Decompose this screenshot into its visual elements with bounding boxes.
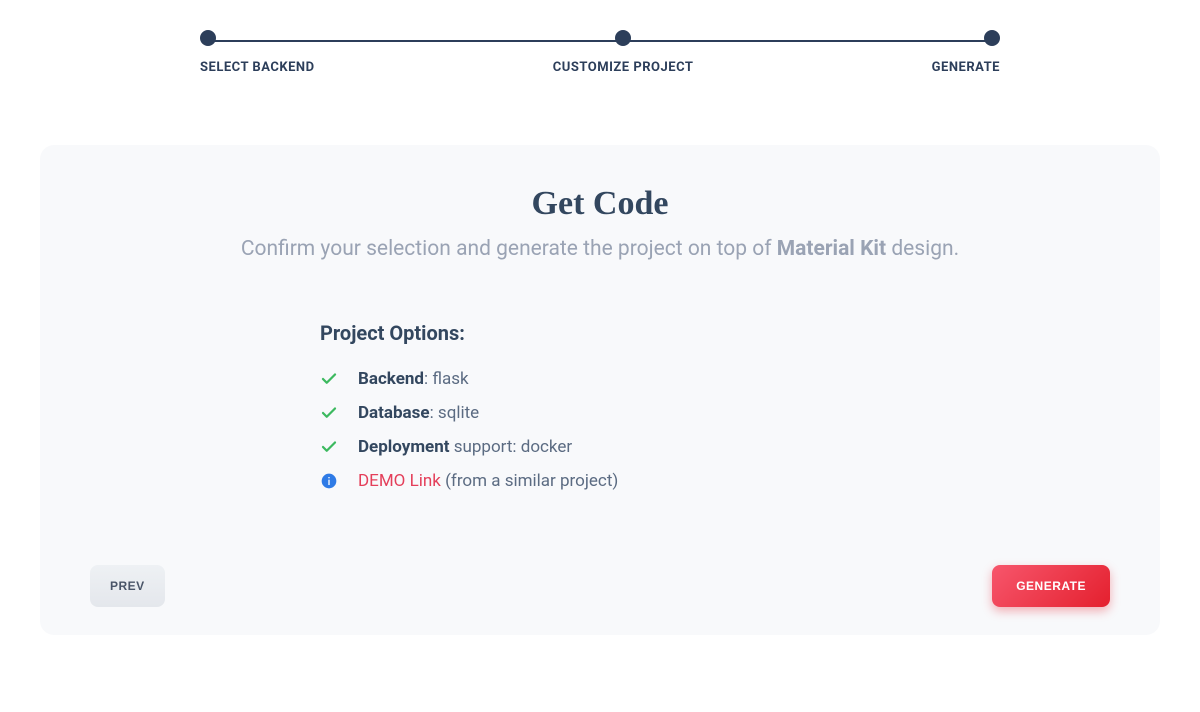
card-title: Get Code [90, 185, 1110, 223]
check-icon [320, 370, 338, 388]
project-options: Project Options: Backend: flask Database… [320, 321, 1110, 491]
option-deployment: Deployment support: docker [320, 437, 1110, 457]
step-dot-icon [984, 30, 1000, 46]
card-subtitle: Confirm your selection and generate the … [90, 237, 1110, 261]
wizard-stepper: SELECT BACKEND CUSTOMIZE PROJECT GENERAT… [200, 30, 1000, 75]
step-label: SELECT BACKEND [200, 60, 315, 75]
step-dot-icon [200, 30, 216, 46]
check-icon [320, 438, 338, 456]
generate-card: Get Code Confirm your selection and gene… [40, 145, 1160, 635]
step-dot-icon [615, 30, 631, 46]
demo-link[interactable]: DEMO Link [358, 471, 441, 491]
options-heading: Project Options: [320, 321, 1110, 345]
option-backend: Backend: flask [320, 369, 1110, 389]
step-label: CUSTOMIZE PROJECT [553, 60, 694, 75]
step-select-backend[interactable]: SELECT BACKEND [200, 30, 315, 75]
info-icon [320, 472, 338, 490]
card-footer: PREV GENERATE [90, 565, 1110, 607]
option-demo-link: DEMO Link (from a similar project) [320, 471, 1110, 491]
check-icon [320, 404, 338, 422]
prev-button[interactable]: PREV [90, 565, 165, 607]
generate-button[interactable]: GENERATE [992, 565, 1110, 607]
option-database: Database: sqlite [320, 403, 1110, 423]
step-label: GENERATE [932, 60, 1000, 75]
step-generate[interactable]: GENERATE [932, 30, 1000, 75]
step-customize-project[interactable]: CUSTOMIZE PROJECT [553, 30, 694, 75]
